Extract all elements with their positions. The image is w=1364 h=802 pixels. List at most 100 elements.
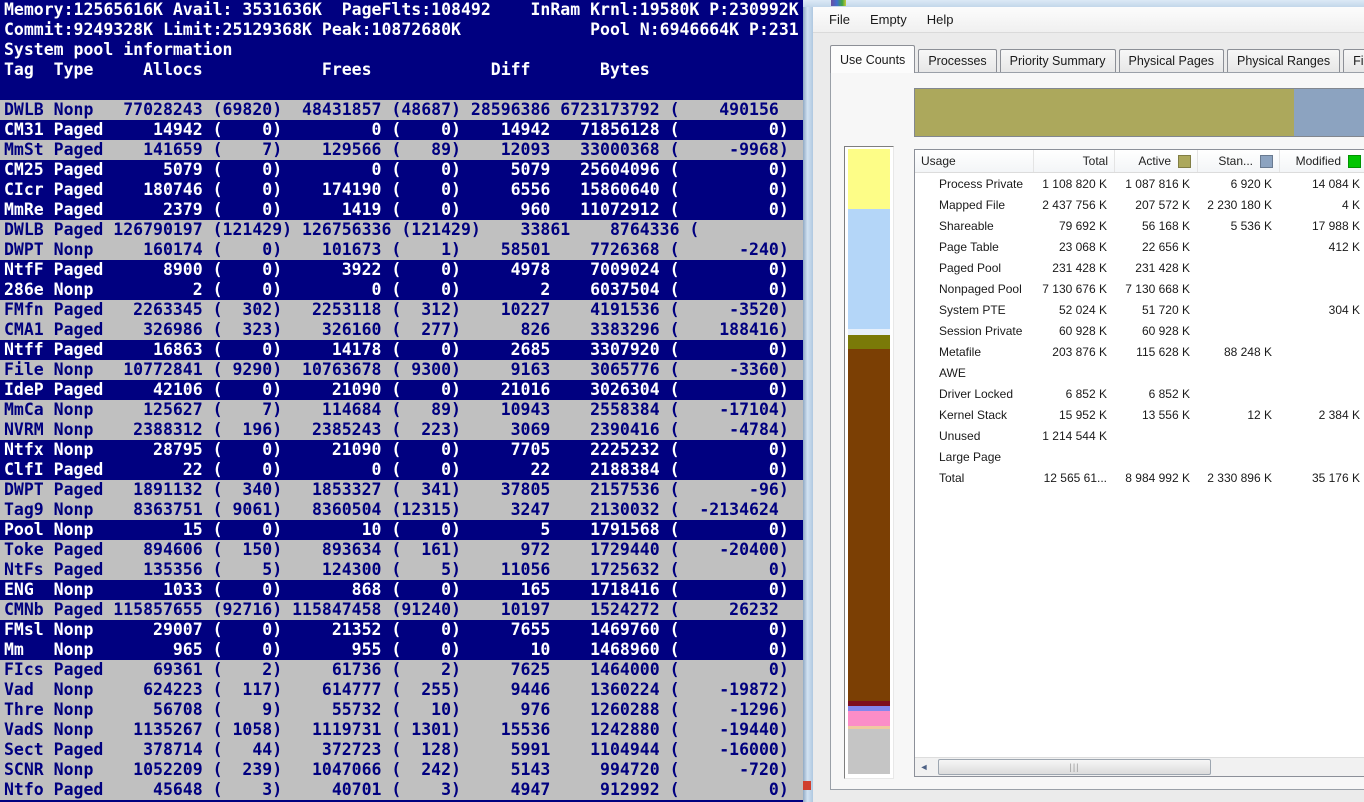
pool-tag-row: Mm Nonp 965 ( 0) 955 ( 0) 10 1468960 ( 0… bbox=[0, 640, 803, 660]
pool-tag-row: DWLB Paged 126790197 (121429) 126756336 … bbox=[0, 220, 803, 240]
cell-modified: 35 176 K bbox=[1280, 471, 1364, 485]
cell-modified: 14 084 K bbox=[1280, 177, 1364, 191]
table-row[interactable]: Nonpaged Pool7 130 676 K7 130 668 K bbox=[915, 278, 1364, 299]
scroll-left-button[interactable]: ◄ bbox=[915, 759, 933, 776]
window-left-border bbox=[803, 0, 813, 802]
table-row[interactable]: Mapped File2 437 756 K207 572 K2 230 180… bbox=[915, 194, 1364, 215]
table-row[interactable]: System PTE52 024 K51 720 K304 K bbox=[915, 299, 1364, 320]
table-row[interactable]: Page Table23 068 K22 656 K412 K bbox=[915, 236, 1364, 257]
tab-file-summary[interactable]: File Summary bbox=[1343, 49, 1364, 73]
cell-total: 2 437 756 K bbox=[1034, 198, 1115, 212]
cell-usage: Shareable bbox=[915, 219, 1034, 233]
table-row[interactable]: Session Private60 928 K60 928 K bbox=[915, 320, 1364, 341]
window-top-border bbox=[803, 0, 1364, 7]
menu-item-help[interactable]: Help bbox=[917, 9, 964, 30]
cell-total: 203 876 K bbox=[1034, 345, 1115, 359]
pool-tag-row: MmRe Paged 2379 ( 0) 1419 ( 0) 960 11072… bbox=[0, 200, 803, 220]
table-row[interactable]: Kernel Stack15 952 K13 556 K12 K2 384 K bbox=[915, 404, 1364, 425]
table-row[interactable]: Process Private1 108 820 K1 087 816 K6 9… bbox=[915, 173, 1364, 194]
column-header-usage: Usage bbox=[915, 150, 1034, 172]
cell-active: 231 428 K bbox=[1115, 261, 1198, 275]
tab-processes[interactable]: Processes bbox=[918, 49, 996, 73]
cell-active: 8 984 992 K bbox=[1115, 471, 1198, 485]
column-header-active: Active bbox=[1115, 150, 1198, 172]
pool-tag-row: NtfF Paged 8900 ( 0) 3922 ( 0) 4978 7009… bbox=[0, 260, 803, 280]
cell-active: 56 168 K bbox=[1115, 219, 1198, 233]
pool-tag-row: MmCa Nonp 125627 ( 7) 114684 ( 89) 10943… bbox=[0, 400, 803, 420]
cell-total: 79 692 K bbox=[1034, 219, 1115, 233]
cell-modified: 412 K bbox=[1280, 240, 1364, 254]
legend-swatch bbox=[1348, 155, 1361, 168]
usage-table[interactable]: Usage Total Active Stan...Modified Process … bbox=[914, 149, 1364, 777]
cell-active: 51 720 K bbox=[1115, 303, 1198, 317]
horizontal-scrollbar[interactable]: ◄ ||| bbox=[915, 757, 1364, 776]
table-row[interactable]: Shareable79 692 K56 168 K5 536 K17 988 K bbox=[915, 215, 1364, 236]
cell-total: 12 565 61... bbox=[1034, 471, 1115, 485]
cell-usage: Nonpaged Pool bbox=[915, 282, 1034, 296]
column-header-label: Active bbox=[1138, 154, 1171, 168]
table-row[interactable]: Total12 565 61...8 984 992 K2 330 896 K3… bbox=[915, 467, 1364, 488]
cell-total: 1 214 544 K bbox=[1034, 429, 1115, 443]
table-row[interactable]: Driver Locked6 852 K6 852 K bbox=[915, 383, 1364, 404]
cell-usage: Total bbox=[915, 471, 1034, 485]
cell-active: 7 130 668 K bbox=[1115, 282, 1198, 296]
pool-tag-row: File Nonp 10772841 ( 9290) 10763678 ( 93… bbox=[0, 360, 803, 380]
pool-tag-row: CMA1 Paged 326986 ( 323) 326160 ( 277) 8… bbox=[0, 320, 803, 340]
tab-physical-pages[interactable]: Physical Pages bbox=[1119, 49, 1224, 73]
menu-item-file[interactable]: File bbox=[819, 9, 860, 30]
memory-map-segment-olive bbox=[848, 335, 890, 349]
column-header-stan: Stan... bbox=[1198, 150, 1280, 172]
tab-priority-summary[interactable]: Priority Summary bbox=[1000, 49, 1116, 73]
cell-total: 7 130 676 K bbox=[1034, 282, 1115, 296]
table-row[interactable]: AWE bbox=[915, 362, 1364, 383]
cell-usage: Mapped File bbox=[915, 198, 1034, 212]
pool-tag-row: CIcr Paged 180746 ( 0) 174190 ( 0) 6556 … bbox=[0, 180, 803, 200]
memory-map-bar bbox=[844, 146, 894, 779]
usage-table-body: Process Private1 108 820 K1 087 816 K6 9… bbox=[915, 173, 1364, 488]
table-row[interactable]: Unused1 214 544 K bbox=[915, 425, 1364, 446]
pool-tag-row: Sect Paged 378714 ( 44) 372723 ( 128) 59… bbox=[0, 740, 803, 760]
cell-active: 1 087 816 K bbox=[1115, 177, 1198, 191]
table-row[interactable]: Large Page bbox=[915, 446, 1364, 467]
cell-total: 23 068 K bbox=[1034, 240, 1115, 254]
cell-total: 6 852 K bbox=[1034, 387, 1115, 401]
table-row[interactable]: Metafile203 876 K115 628 K88 248 K bbox=[915, 341, 1364, 362]
scrollbar-thumb[interactable]: ||| bbox=[938, 759, 1211, 775]
cell-usage: Metafile bbox=[915, 345, 1034, 359]
cell-usage: Large Page bbox=[915, 450, 1034, 464]
usage-table-header: Usage Total Active Stan...Modified bbox=[915, 150, 1364, 173]
pool-tag-row: ENG Nonp 1033 ( 0) 868 ( 0) 165 1718416 … bbox=[0, 580, 803, 600]
poolmon-console-window[interactable]: Memory:12565616K Avail: 3531636K PageFlt… bbox=[0, 0, 805, 802]
pool-tag-row: SCNR Nonp 1052209 ( 239) 1047066 ( 242) … bbox=[0, 760, 803, 780]
window-icon bbox=[831, 0, 846, 6]
table-row[interactable]: Paged Pool231 428 K231 428 K bbox=[915, 257, 1364, 278]
pool-tag-row: DWPT Paged 1891132 ( 340) 1853327 ( 341)… bbox=[0, 480, 803, 500]
column-header-total: Total bbox=[1034, 150, 1115, 172]
tab-page-panel: Usage Total Active Stan...Modified Process … bbox=[830, 72, 1364, 790]
console-header-line-2: Commit:9249328K Limit:25129368K Peak:108… bbox=[0, 20, 803, 40]
column-header-label: Usage bbox=[921, 154, 956, 168]
console-body: DWLB Nonp 77028243 (69820) 48431857 (486… bbox=[0, 100, 803, 800]
tab-physical-ranges[interactable]: Physical Ranges bbox=[1227, 49, 1340, 73]
column-header-modified: Modified bbox=[1280, 150, 1364, 172]
tab-use-counts[interactable]: Use Counts bbox=[830, 45, 915, 73]
window-body: Usage Total Active Stan...Modified Process … bbox=[813, 34, 1364, 794]
pool-tag-row: NtFs Paged 135356 ( 5) 124300 ( 5) 11056… bbox=[0, 560, 803, 580]
pool-tag-row: CMNb Paged 115857655 (92716) 115847458 (… bbox=[0, 600, 803, 620]
cell-active: 6 852 K bbox=[1115, 387, 1198, 401]
cell-usage: AWE bbox=[915, 366, 1034, 380]
legend-swatch bbox=[1178, 155, 1191, 168]
menu-item-empty[interactable]: Empty bbox=[860, 9, 917, 30]
pool-tag-row: CM25 Paged 5079 ( 0) 0 ( 0) 5079 2560409… bbox=[0, 160, 803, 180]
cell-usage: Kernel Stack bbox=[915, 408, 1034, 422]
cell-stan: 88 248 K bbox=[1198, 345, 1280, 359]
cell-usage: Session Private bbox=[915, 324, 1034, 338]
pool-tag-row: MmSt Paged 141659 ( 7) 129566 ( 89) 1209… bbox=[0, 140, 803, 160]
cell-modified: 4 K bbox=[1280, 198, 1364, 212]
cell-active: 115 628 K bbox=[1115, 345, 1198, 359]
cell-usage: Process Private bbox=[915, 177, 1034, 191]
cell-modified: 304 K bbox=[1280, 303, 1364, 317]
cell-usage: Page Table bbox=[915, 240, 1034, 254]
rammap-window[interactable]: FileEmptyHelp Usage Total Active Stan...Mod… bbox=[803, 0, 1364, 802]
background-window-sliver bbox=[803, 781, 811, 790]
